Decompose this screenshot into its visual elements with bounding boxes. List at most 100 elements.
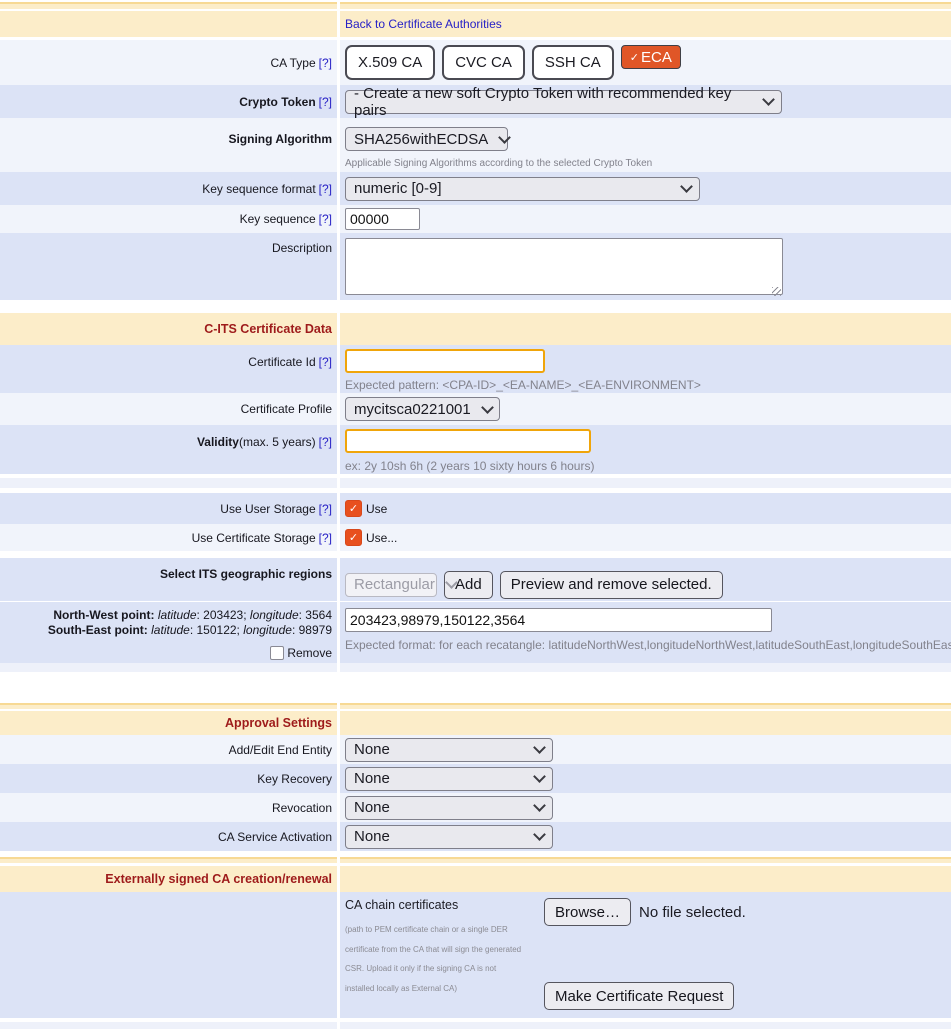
remove-region-line: Remove: [0, 646, 332, 660]
key-sequence-format-row: Key sequence format [?] numeric [0-9]: [0, 172, 951, 205]
ca-type-eca-button-selected[interactable]: ✓ ECA: [621, 45, 681, 69]
approval-section-title: Approval Settings: [225, 716, 332, 730]
key-sequence-format-select[interactable]: numeric [0-9]: [345, 177, 700, 201]
certificate-profile-label: Certificate Profile: [241, 402, 332, 416]
chevron-down-icon: [680, 180, 693, 193]
file-status-text: No file selected.: [639, 904, 746, 921]
description-textarea[interactable]: [345, 238, 783, 295]
signing-algorithm-row: Signing Algorithm SHA256withECDSA Applic…: [0, 118, 951, 172]
crypto-token-select[interactable]: - Create a new soft Crypto Token with re…: [345, 90, 782, 114]
approval-revocation-label: Revocation: [272, 801, 332, 815]
approval-ca-service-activation-select[interactable]: None: [345, 825, 553, 849]
geo-region-coordinates-input[interactable]: [345, 608, 772, 632]
back-to-certificate-authorities-link[interactable]: Back to Certificate Authorities: [345, 17, 502, 31]
ca-type-ssh-button[interactable]: SSH CA: [532, 45, 614, 80]
thin-cream-strip: [0, 857, 951, 863]
use-user-storage-help-link[interactable]: [?]: [319, 502, 332, 516]
approval-add-edit-select[interactable]: None: [345, 738, 553, 762]
key-sequence-input[interactable]: [345, 208, 420, 230]
bottom-strip: [0, 1022, 951, 1029]
certificate-id-help-link[interactable]: [?]: [319, 355, 332, 369]
south-east-point-line: South-East point: latitude: 150122; long…: [0, 623, 332, 638]
ca-chain-certificates-block: CA chain certificates (path to PEM certi…: [345, 898, 544, 1012]
key-sequence-format-label: Key sequence format: [202, 182, 315, 196]
crypto-token-row: Crypto Token [?] - Create a new soft Cry…: [0, 85, 951, 118]
ca-type-button-group: X.509 CA CVC CA SSH CA ✓ ECA: [345, 45, 681, 80]
key-sequence-label: Key sequence: [240, 212, 316, 226]
geo-region-coordinates-row: North-West point: latitude: 203423; long…: [0, 602, 951, 663]
approval-row-key-recovery: Key Recovery None: [0, 764, 951, 793]
use-certificate-storage-checkbox[interactable]: ✓: [345, 529, 362, 546]
validity-label-note: (max. 5 years): [239, 435, 316, 449]
ca-chain-note-line: installed locally as External CA): [345, 979, 544, 999]
signing-algorithm-label: Signing Algorithm: [228, 132, 332, 146]
ca-chain-note-line: certificate from the CA that will sign t…: [345, 940, 544, 960]
use-certificate-storage-help-link[interactable]: [?]: [319, 531, 332, 545]
ca-type-label: CA Type: [271, 56, 316, 70]
use-certificate-storage-row: Use Certificate Storage [?] ✓ Use...: [0, 524, 951, 551]
geo-regions-label: Select ITS geographic regions: [160, 567, 332, 581]
chevron-down-icon: [498, 131, 511, 144]
spacer: [0, 300, 951, 313]
approval-key-recovery-select[interactable]: None: [345, 767, 553, 791]
crypto-token-help-link[interactable]: [?]: [319, 95, 332, 109]
thin-spacer-row: [0, 478, 951, 488]
cits-section-title: C-ITS Certificate Data: [204, 322, 332, 336]
ca-chain-certificates-label: CA chain certificates: [345, 898, 544, 912]
description-label: Description: [272, 241, 332, 255]
use-user-storage-label: Use User Storage: [220, 502, 315, 516]
key-sequence-format-help-link[interactable]: [?]: [319, 182, 332, 196]
ca-type-cvc-button[interactable]: CVC CA: [442, 45, 525, 80]
geo-region-shape-select[interactable]: Rectangular: [345, 573, 437, 597]
validity-label: Validity: [197, 435, 239, 449]
external-section-header: Externally signed CA creation/renewal: [0, 866, 951, 892]
validity-input[interactable]: [345, 429, 591, 453]
geo-region-preview-remove-button[interactable]: Preview and remove selected.: [500, 571, 723, 599]
cits-section-header: C-ITS Certificate Data: [0, 313, 951, 345]
make-certificate-request-button[interactable]: Make Certificate Request: [544, 982, 734, 1010]
north-west-point-line: North-West point: latitude: 203423; long…: [0, 608, 332, 623]
use-certificate-storage-label: Use Certificate Storage: [192, 531, 316, 545]
spacer: [0, 672, 951, 703]
approval-revocation-select[interactable]: None: [345, 796, 553, 820]
approval-row-ca-service-activation: CA Service Activation None: [0, 822, 951, 851]
crypto-token-label: Crypto Token: [239, 95, 315, 109]
certificate-profile-select[interactable]: mycitsca0221001: [345, 397, 500, 421]
signing-algorithm-hint: Applicable Signing Algorithms according …: [345, 158, 951, 169]
use-user-storage-checkbox-label: Use: [366, 502, 387, 516]
validity-help-link[interactable]: [?]: [319, 435, 332, 449]
certificate-id-row: Certificate Id [?] Expected pattern: <CP…: [0, 345, 951, 393]
thin-spacer-row: [0, 663, 951, 672]
check-icon: ✓: [349, 502, 358, 515]
remove-region-checkbox[interactable]: [270, 646, 284, 660]
chevron-down-icon: [533, 770, 546, 783]
ca-chain-note-line: (path to PEM certificate chain or a sing…: [345, 920, 544, 940]
use-user-storage-checkbox[interactable]: ✓: [345, 500, 362, 517]
chevron-down-icon: [533, 799, 546, 812]
ca-chain-note-line: CSR. Upload it only if the signing CA is…: [345, 959, 544, 979]
thin-cream-strip: [0, 703, 951, 709]
ca-type-help-link[interactable]: [?]: [319, 56, 332, 70]
signing-algorithm-select[interactable]: SHA256withECDSA: [345, 127, 508, 151]
certificate-profile-row: Certificate Profile mycitsca0221001: [0, 393, 951, 425]
approval-row-add-edit-end-entity: Add/Edit End Entity None: [0, 735, 951, 764]
chevron-down-icon: [533, 828, 546, 841]
key-sequence-help-link[interactable]: [?]: [319, 212, 332, 226]
back-link-row: Back to Certificate Authorities: [0, 11, 951, 37]
browse-button[interactable]: Browse…: [544, 898, 631, 926]
chevron-down-icon: [762, 93, 775, 106]
external-section-title: Externally signed CA creation/renewal: [105, 872, 332, 886]
ca-type-x509-button[interactable]: X.509 CA: [345, 45, 435, 80]
remove-region-label: Remove: [287, 646, 332, 660]
ca-chain-upload-block: Browse… No file selected. Make Certifica…: [544, 898, 951, 1012]
approval-add-edit-label: Add/Edit End Entity: [229, 743, 332, 757]
validity-row: Validity(max. 5 years) [?] ex: 2y 10sh 6…: [0, 425, 951, 474]
geo-regions-row: Select ITS geographic regions Rectangula…: [0, 558, 951, 601]
certificate-id-input[interactable]: [345, 349, 545, 373]
geo-region-format-hint: Expected format: for each recatangle: la…: [345, 638, 951, 652]
approval-key-recovery-label: Key Recovery: [257, 772, 332, 786]
approval-row-revocation: Revocation None: [0, 793, 951, 822]
key-sequence-row: Key sequence [?]: [0, 205, 951, 233]
check-icon: ✓: [630, 51, 639, 64]
ca-type-row: CA Type [?] X.509 CA CVC CA SSH CA ✓ ECA: [0, 40, 951, 85]
